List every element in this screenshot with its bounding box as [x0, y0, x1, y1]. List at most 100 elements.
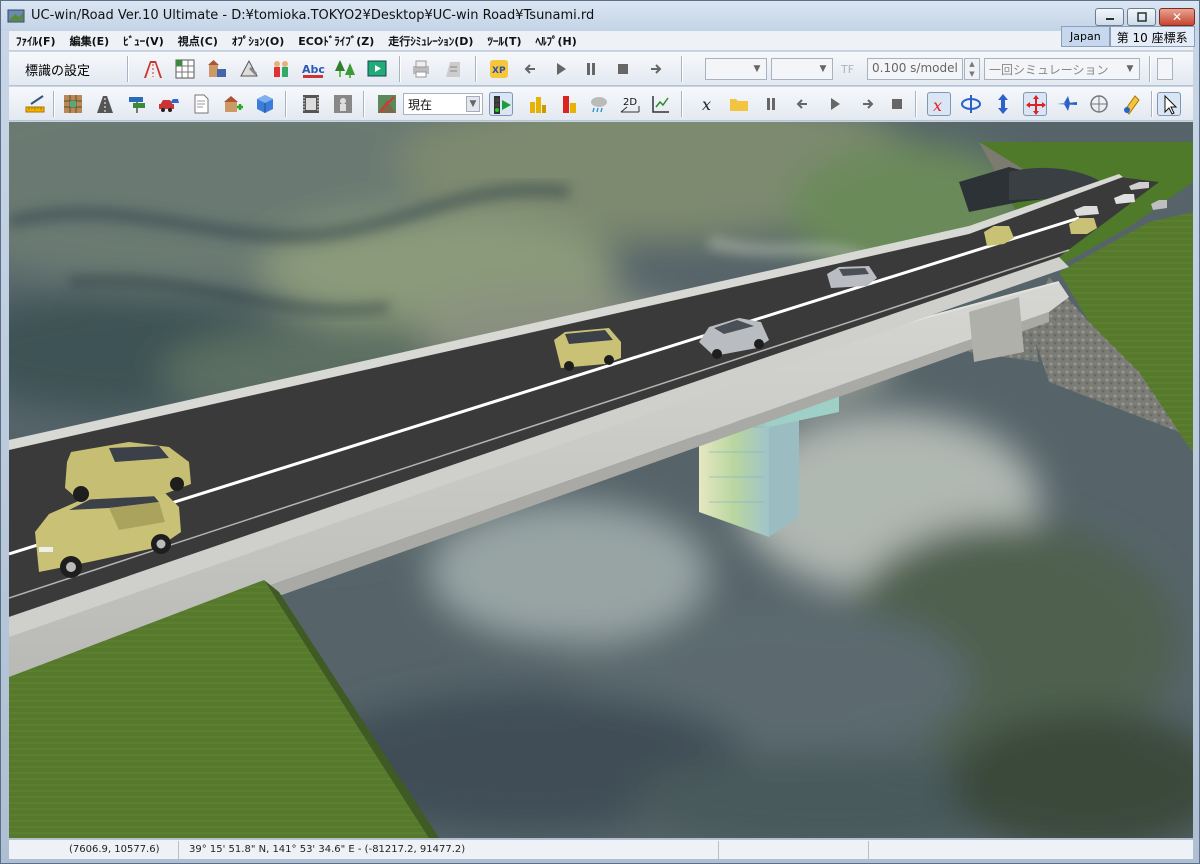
- view-2d-label: 2D: [623, 97, 637, 108]
- characters-icon[interactable]: [269, 57, 293, 81]
- film-strip-icon[interactable]: [299, 92, 323, 116]
- tf-icon[interactable]: TF: [838, 57, 862, 81]
- building-place-icon[interactable]: [205, 57, 229, 81]
- road-define-icon[interactable]: [141, 57, 165, 81]
- step-forward-icon[interactable]: [643, 57, 667, 81]
- signpost-icon[interactable]: [125, 92, 149, 116]
- main-toolbar: 標識の設定 Abc XP ▼ ▼ TF 0.100 s/model ▲ ▼ 一回…: [9, 52, 1193, 86]
- record-back-icon[interactable]: [791, 92, 815, 116]
- cube-model-icon[interactable]: [253, 92, 277, 116]
- status-empty-1: [719, 840, 869, 859]
- sign-settings-button[interactable]: 標識の設定: [15, 57, 100, 81]
- road-table-icon[interactable]: [173, 57, 197, 81]
- measure-tool-icon[interactable]: [23, 92, 47, 116]
- menu-file[interactable]: ﾌｧｲﾙ(F): [9, 33, 63, 49]
- camera-person-icon[interactable]: [331, 92, 355, 116]
- record-stop-icon[interactable]: [885, 92, 909, 116]
- menu-options[interactable]: ｵﾌﾟｼｮﾝ(O): [225, 33, 291, 49]
- status-bar: (7606.9, 10577.6) 39° 15' 51.8" N, 141° …: [9, 839, 1193, 859]
- time-of-day-icon[interactable]: [375, 92, 399, 116]
- xp-export-icon[interactable]: XP: [487, 57, 511, 81]
- trees-icon[interactable]: [333, 57, 357, 81]
- vehicles-icon[interactable]: [157, 92, 181, 116]
- menu-view[interactable]: ﾋﾞｭｰ(V): [116, 33, 171, 49]
- extra-field[interactable]: [1157, 58, 1173, 80]
- weather-icon[interactable]: [587, 92, 611, 116]
- car-view-icon[interactable]: [1119, 92, 1143, 116]
- rotate-view-icon[interactable]: [959, 92, 983, 116]
- application-window: UC-win/Road Ver.10 Ultimate - D:¥tomioka…: [0, 0, 1200, 864]
- coord-system-selector[interactable]: 第 10 座標系: [1109, 26, 1195, 47]
- window-title: UC-win/Road Ver.10 Ultimate - D:¥tomioka…: [31, 8, 595, 23]
- menu-edit[interactable]: 編集(E): [63, 33, 117, 49]
- menu-help[interactable]: ﾍﾙﾌﾟ(H): [529, 33, 584, 49]
- play-icon[interactable]: [549, 57, 573, 81]
- view-coordinates: (7606.9, 10577.6): [9, 840, 179, 859]
- close-button[interactable]: ✕: [1159, 8, 1195, 26]
- scenario-play-icon[interactable]: [365, 57, 389, 81]
- walk-mode-icon[interactable]: [1087, 92, 1111, 116]
- road-view-icon[interactable]: [93, 92, 117, 116]
- toolbar-separator: [127, 56, 129, 82]
- app-icon: [7, 8, 25, 24]
- route-select[interactable]: ▼: [705, 58, 767, 80]
- title-bar[interactable]: UC-win/Road Ver.10 Ultimate - D:¥tomioka…: [1, 1, 1199, 31]
- document-icon[interactable]: [189, 92, 213, 116]
- folder-icon[interactable]: [727, 92, 751, 116]
- terrain-grid-icon[interactable]: [61, 92, 85, 116]
- toolbar-separator: [1149, 56, 1151, 82]
- toolbar-separator: [53, 91, 55, 117]
- svg-text:x: x: [702, 95, 711, 114]
- simulation-mode-value: 一回シミュレーション: [989, 63, 1109, 77]
- script-icon[interactable]: x: [697, 92, 721, 116]
- vertical-move-icon[interactable]: [991, 92, 1015, 116]
- menu-camera[interactable]: 視点(C): [171, 33, 225, 49]
- text-label-icon[interactable]: Abc: [301, 57, 325, 81]
- record-pause-icon[interactable]: [759, 92, 783, 116]
- svg-text:XP: XP: [492, 66, 506, 76]
- signal-yellow-icon[interactable]: [525, 92, 549, 116]
- menu-bar: ﾌｧｲﾙ(F) 編集(E) ﾋﾞｭｰ(V) 視点(C) ｵﾌﾟｼｮﾝ(O) EC…: [9, 31, 1193, 51]
- add-structure-icon[interactable]: [221, 92, 245, 116]
- pointer-select-icon[interactable]: [1157, 92, 1181, 116]
- menu-drive-simulation[interactable]: 走行ｼﾐｭﾚｰｼｮﾝ(D): [381, 33, 480, 49]
- toolbar-separator: [363, 91, 365, 117]
- vehicle-select[interactable]: ▼: [771, 58, 833, 80]
- model-edit-icon[interactable]: [237, 57, 261, 81]
- record-play-icon[interactable]: [823, 92, 847, 116]
- fly-mode-icon[interactable]: [1055, 92, 1079, 116]
- view-2d-icon[interactable]: 2D: [619, 92, 643, 116]
- view-toolbar: 現在 ▼ 2D x x: [9, 87, 1193, 121]
- time-select[interactable]: 現在 ▼: [403, 93, 483, 115]
- log-icon[interactable]: [649, 92, 673, 116]
- pause-icon[interactable]: [579, 57, 603, 81]
- 3d-viewport[interactable]: [9, 122, 1193, 838]
- record-forward-icon[interactable]: [855, 92, 879, 116]
- print-preview-icon[interactable]: [441, 57, 465, 81]
- pan-move-icon[interactable]: [1023, 92, 1047, 116]
- vehicle-yellow-mid: [554, 328, 621, 371]
- toolbar-separator: [475, 56, 477, 82]
- time-select-value: 現在: [408, 98, 433, 112]
- step-back-icon[interactable]: [519, 57, 543, 81]
- close-icon: ✕: [1171, 10, 1183, 24]
- minimize-button[interactable]: [1095, 8, 1124, 26]
- signal-red-icon[interactable]: [557, 92, 581, 116]
- svg-text:TF: TF: [840, 63, 854, 76]
- toolbar-separator: [1151, 91, 1153, 117]
- stop-icon[interactable]: [611, 57, 635, 81]
- toolbar-separator: [399, 56, 401, 82]
- script-run-icon[interactable]: x: [927, 92, 951, 116]
- speed-field[interactable]: 0.100 s/model: [867, 58, 963, 80]
- svg-text:x: x: [933, 96, 942, 115]
- geo-coordinates: 39° 15' 51.8" N, 141° 53' 34.6" E - (-81…: [179, 840, 719, 859]
- traffic-signal-play-icon[interactable]: [489, 92, 513, 116]
- maximize-button[interactable]: [1127, 8, 1156, 26]
- menu-tools[interactable]: ﾂｰﾙ(T): [480, 33, 528, 49]
- menu-eco-drive[interactable]: ECOﾄﾞﾗｲﾌﾞ(Z): [291, 33, 381, 49]
- coordinate-system-panel: Japan 第 10 座標系: [1061, 26, 1195, 47]
- speed-spinner[interactable]: ▲ ▼: [964, 58, 980, 80]
- print-icon[interactable]: [409, 57, 433, 81]
- simulation-mode-select[interactable]: 一回シミュレーション ▼: [984, 58, 1140, 80]
- region-label: Japan: [1061, 26, 1110, 47]
